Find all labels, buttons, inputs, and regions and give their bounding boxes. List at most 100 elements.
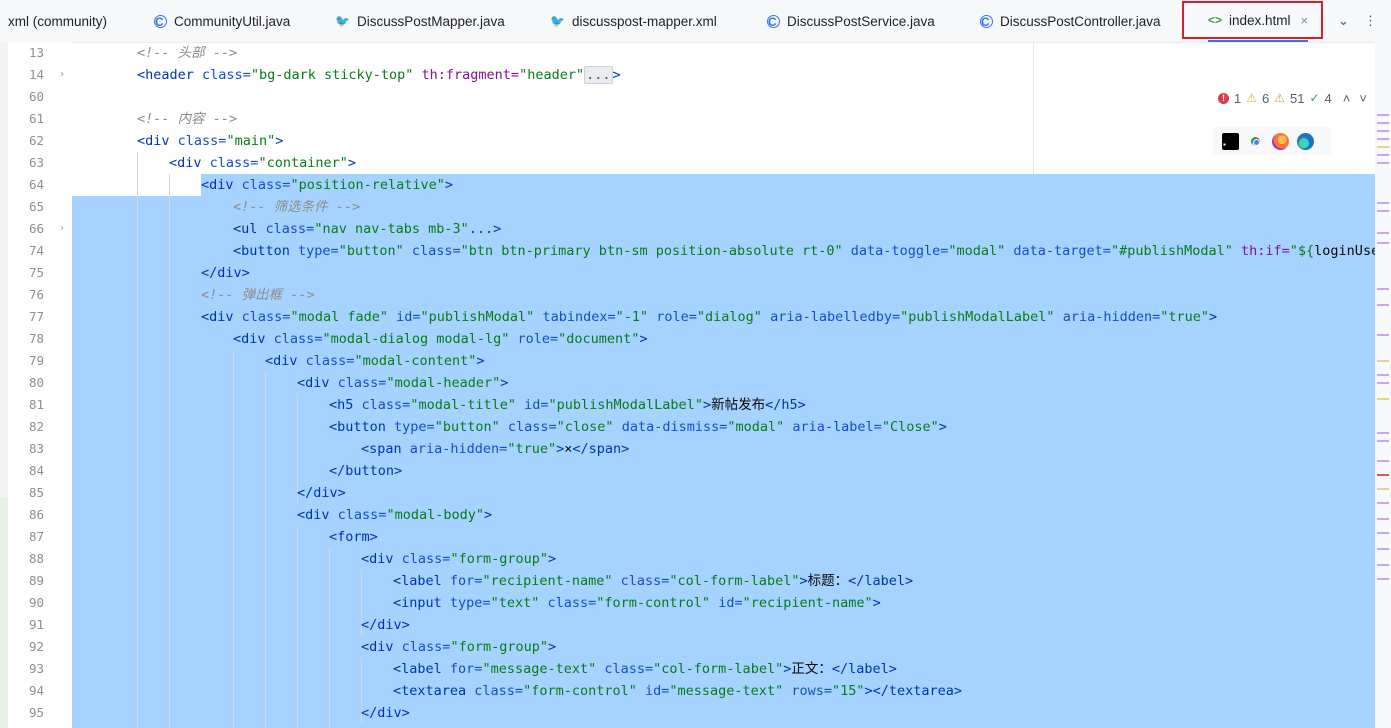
code-line-63: <div class="container">	[169, 155, 356, 171]
line-number: 80	[28, 375, 44, 390]
chrome-icon[interactable]	[1247, 133, 1264, 150]
tab-label: DiscussPostController.java	[1000, 13, 1161, 29]
code-line-82: <button type="button" class="close" data…	[329, 419, 947, 435]
error-icon: !	[1218, 92, 1229, 104]
inspection-widget[interactable]: ! 1 ⚠ 6 ⚠ 51 ✓ 4 ˄ ˅	[1218, 87, 1367, 109]
code-line-65: <!-- 筛选条件 -->	[233, 199, 361, 215]
line-number: 87	[28, 529, 44, 544]
fold-expand-icon[interactable]: ›	[59, 64, 65, 86]
line-number: 91	[28, 617, 44, 632]
scroll-marker	[1377, 398, 1389, 400]
line-number: 60	[28, 89, 44, 104]
scroll-marker	[1377, 488, 1389, 490]
tab-discusspost-mapper-xml[interactable]: 🐦 discusspost-mapper.xml	[550, 0, 717, 42]
more-options-icon[interactable]: ⋮	[1364, 0, 1377, 42]
tab-communityutil-java[interactable]: C CommunityUtil.java	[154, 0, 290, 42]
code-editor[interactable]: 13 14 60 61 62 63 64 65 66 74 75 76 77 7…	[0, 42, 1391, 728]
line-number: 93	[28, 661, 44, 676]
scroll-marker	[1377, 334, 1389, 336]
code-line-64: <div class="position-relative">	[201, 177, 454, 193]
code-line-83: <span aria-hidden="true">×</span>	[361, 441, 630, 457]
editor-tab-bar: xml (community) C CommunityUtil.java 🐦 D…	[0, 0, 1391, 43]
scroll-marker	[1377, 130, 1389, 132]
scroll-marker	[1377, 532, 1389, 534]
tab-index-html[interactable]: <> index.html ×	[1208, 0, 1309, 42]
line-number: 61	[28, 111, 44, 126]
scroll-marker	[1377, 232, 1389, 234]
code-line-94: <textarea class="form-control" id="messa…	[393, 683, 963, 699]
typo-count: 4	[1324, 90, 1332, 106]
line-number: 13	[28, 45, 44, 60]
scroll-marker	[1377, 242, 1389, 244]
mybatis-bird-icon: 🐦	[550, 14, 565, 28]
code-line-77: <div class="modal fade" id="publishModal…	[201, 309, 1218, 325]
tab-label: discusspost-mapper.xml	[571, 13, 717, 29]
code-line-91: </div>	[361, 617, 410, 633]
typo-check-icon: ✓	[1309, 91, 1320, 105]
firefox-icon[interactable]	[1272, 132, 1289, 150]
code-line-79: <div class="modal-content">	[265, 353, 485, 369]
folded-code-placeholder[interactable]: ...	[584, 66, 613, 84]
fold-expand-icon[interactable]: ›	[59, 218, 65, 240]
line-number: 82	[28, 419, 44, 434]
line-number: 66	[28, 221, 44, 236]
code-line-90: <input type="text" class="form-control" …	[393, 595, 881, 611]
indent-guide	[169, 174, 170, 728]
tab-discusspostmapper-java[interactable]: 🐦 DiscussPostMapper.java	[335, 0, 505, 42]
line-number: 62	[28, 133, 44, 148]
line-number: 76	[28, 287, 44, 302]
scroll-marker	[1377, 138, 1389, 140]
code-line-78: <div class="modal-dialog modal-lg" role=…	[233, 331, 648, 347]
scroll-marker	[1377, 360, 1389, 362]
scroll-marker	[1377, 122, 1389, 124]
line-number: 95	[28, 705, 44, 720]
intellij-builtin-preview-icon[interactable]: ▪	[1222, 132, 1239, 150]
scroll-marker	[1377, 288, 1389, 290]
line-number: 88	[28, 551, 44, 566]
tab-community-xml[interactable]: xml (community)	[8, 0, 107, 42]
line-number: 74	[28, 243, 44, 258]
tab-label: CommunityUtil.java	[174, 13, 291, 29]
indent-guide	[297, 526, 298, 728]
scroll-marker	[1377, 146, 1389, 148]
code-line-89: <label for="recipient-name" class="col-f…	[393, 573, 914, 589]
code-line-88: <div class="form-group">	[361, 551, 557, 567]
code-line-75: </div>	[201, 265, 250, 281]
indent-guide	[137, 152, 138, 728]
line-number: 75	[28, 265, 44, 280]
tab-label: xml (community)	[8, 13, 108, 29]
line-number: 89	[28, 573, 44, 588]
warning-count: 6	[1262, 90, 1270, 106]
scroll-marker	[1377, 548, 1389, 550]
code-line-92: <div class="form-group">	[361, 639, 557, 655]
mybatis-bird-icon: 🐦	[335, 14, 350, 28]
indent-guide	[233, 350, 234, 728]
previous-highlight-icon[interactable]: ˄	[1343, 91, 1351, 106]
line-number: 90	[28, 595, 44, 610]
line-number: 83	[28, 441, 44, 456]
edge-icon[interactable]	[1297, 132, 1314, 150]
editor-scrollbar[interactable]	[1375, 42, 1391, 728]
line-number: 92	[28, 639, 44, 654]
line-number: 14	[28, 67, 44, 82]
scroll-marker	[1377, 564, 1389, 566]
scroll-marker	[1377, 210, 1389, 212]
line-number: 81	[28, 397, 44, 412]
tab-label: DiscussPostService.java	[787, 13, 935, 29]
weak-warning-count: 51	[1290, 90, 1305, 106]
scroll-marker	[1377, 440, 1389, 442]
scroll-marker	[1377, 474, 1389, 476]
close-icon[interactable]: ×	[1301, 13, 1309, 28]
scroll-marker	[1377, 162, 1389, 164]
indent-guide	[329, 548, 330, 728]
tab-discusspostservice-java[interactable]: C DiscussPostService.java	[767, 0, 935, 42]
tab-list-chevron-down-icon[interactable]: ⌄	[1338, 0, 1349, 42]
line-number: 77	[28, 309, 44, 324]
tab-discusspostcontroller-java[interactable]: C DiscussPostController.java	[980, 0, 1161, 42]
java-class-icon: C	[767, 14, 780, 28]
line-number: 86	[28, 507, 44, 522]
code-line-14: <header class="bg-dark sticky-top" th:fr…	[137, 66, 621, 84]
code-line-85: </div>	[297, 485, 346, 501]
next-highlight-icon[interactable]: ˅	[1359, 91, 1367, 106]
left-tool-strip	[0, 42, 8, 728]
